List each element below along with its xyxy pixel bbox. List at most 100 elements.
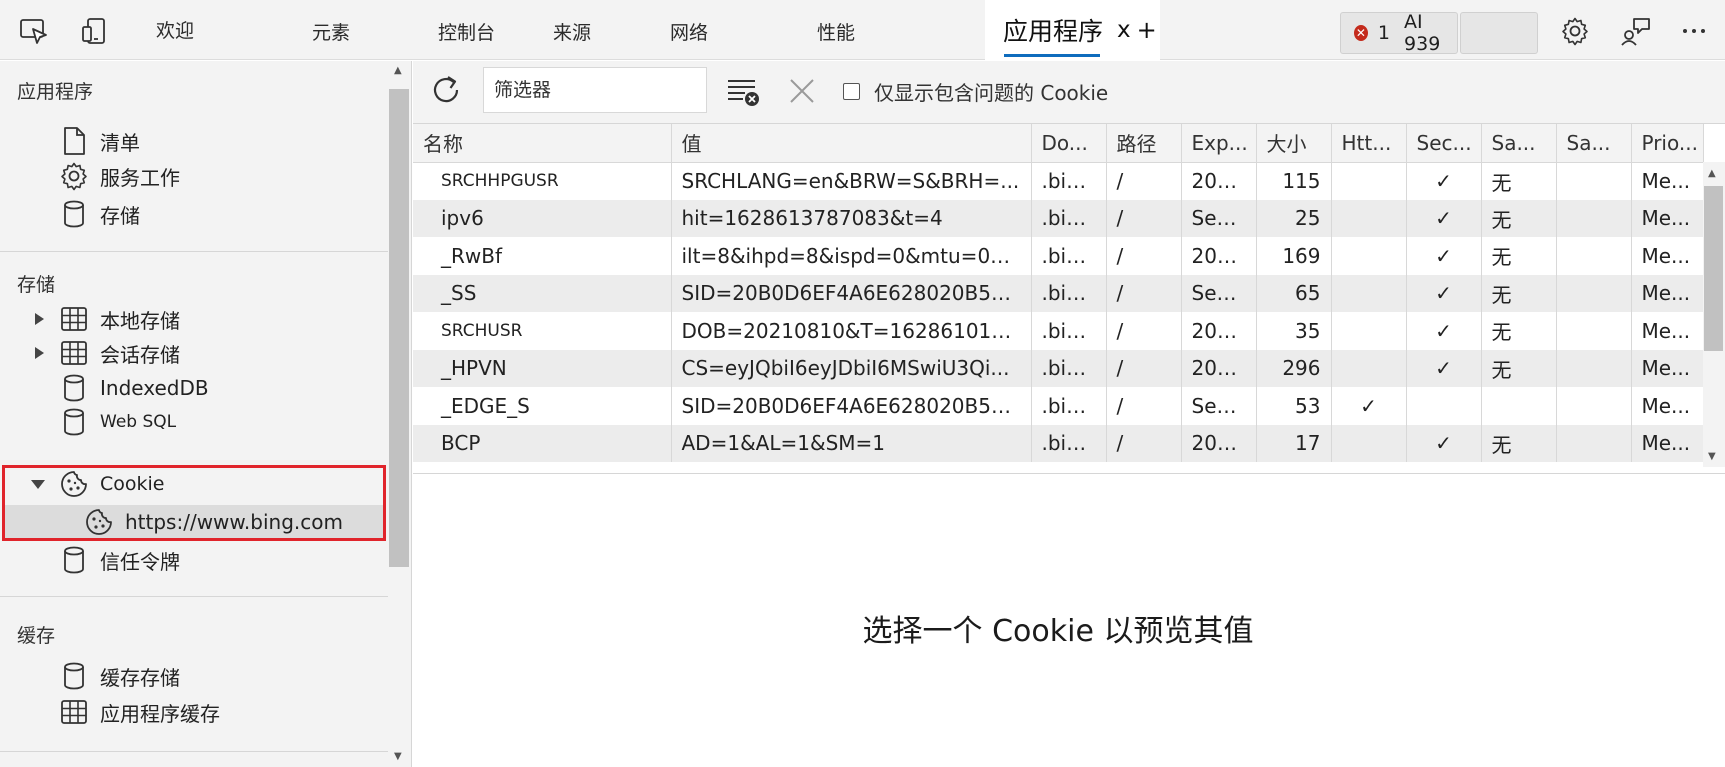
delete-selected-icon[interactable] xyxy=(787,76,817,106)
sidebar-item-label: Web SQL xyxy=(100,412,177,432)
cell-samesite: 无 xyxy=(1481,199,1557,237)
cell-expires: 202... xyxy=(1181,312,1257,350)
cell-samesite: 无 xyxy=(1481,424,1557,462)
cell-priority: Me... xyxy=(1631,349,1704,387)
sidebar-scroll-thumb[interactable] xyxy=(389,89,409,567)
tab-network[interactable]: 网络 xyxy=(670,18,708,45)
table-row[interactable]: _HPVN CS=eyJQbiI6eyJDbiI6MSwiU3Qi... .bi… xyxy=(413,349,1704,387)
cell-path: / xyxy=(1106,274,1182,312)
column-header-secure[interactable]: Sec... xyxy=(1406,124,1482,163)
scroll-down-arrow-icon[interactable]: ▼ xyxy=(1708,451,1716,462)
sidebar-item-local-storage[interactable]: 本地存储 xyxy=(35,301,180,337)
cell-priority: Me... xyxy=(1631,199,1704,237)
inspect-element-icon[interactable] xyxy=(17,14,51,48)
database-icon xyxy=(58,544,90,576)
column-header-sameparty[interactable]: Sa... xyxy=(1556,124,1632,163)
refresh-icon[interactable] xyxy=(429,73,463,107)
column-header-value[interactable]: 值 xyxy=(671,124,1032,163)
tab-sources[interactable]: 来源 xyxy=(553,18,591,45)
tab-application-label: 应用程序 xyxy=(1003,17,1104,46)
cell-sameparty xyxy=(1556,424,1632,462)
tab-welcome[interactable]: 欢迎 xyxy=(156,16,194,43)
sidebar-item-application-cache[interactable]: 应用程序缓存 xyxy=(58,694,220,730)
error-icon: ✕ xyxy=(1354,25,1368,41)
column-header-expires[interactable]: Exp... xyxy=(1181,124,1257,163)
sidebar-item-label: 本地存储 xyxy=(100,308,180,333)
feedback-icon[interactable] xyxy=(1619,14,1653,48)
cell-path: / xyxy=(1106,312,1182,350)
cell-sameparty xyxy=(1556,312,1632,350)
sidebar-item-cache-storage[interactable]: 缓存存储 xyxy=(58,658,180,694)
ai-label: AI 939 xyxy=(1404,11,1441,55)
close-tab-button[interactable]: x xyxy=(1117,17,1131,43)
sidebar-item-session-storage[interactable]: 会话存储 xyxy=(35,335,180,371)
column-header-size[interactable]: 大小 xyxy=(1256,124,1332,163)
tab-elements[interactable]: 元素 xyxy=(312,18,350,45)
sidebar-item-service-workers[interactable]: 服务工作 xyxy=(58,158,180,194)
tab-performance[interactable]: 性能 xyxy=(817,18,855,45)
scroll-up-arrow-icon[interactable]: ▲ xyxy=(394,65,402,76)
table-row[interactable]: SRCHHPGUSR SRCHLANG=en&BRW=S&BRH=... .bi… xyxy=(413,162,1704,200)
sidebar-heading-storage: 存储 xyxy=(17,274,56,296)
only-issues-checkbox[interactable] xyxy=(843,83,860,100)
clear-all-cookies-icon[interactable] xyxy=(725,74,761,108)
cell-size: 53 xyxy=(1256,387,1332,425)
settings-gear-icon[interactable] xyxy=(1558,14,1592,48)
cell-secure: ✓ xyxy=(1406,312,1482,350)
only-issues-toggle[interactable]: 仅显示包含问题的 Cookie xyxy=(843,77,1108,106)
cell-expires: 202... xyxy=(1181,349,1257,387)
column-header-path[interactable]: 路径 xyxy=(1106,124,1182,163)
cell-samesite: 无 xyxy=(1481,237,1557,275)
cell-expires: Ses... xyxy=(1181,199,1257,237)
expand-arrow-icon[interactable] xyxy=(31,311,47,327)
cell-name: _EDGE_S xyxy=(413,387,672,425)
more-options-icon[interactable] xyxy=(1677,14,1711,48)
sidebar-item-trust-tokens[interactable]: 信任令牌 xyxy=(58,542,180,578)
table-row[interactable]: _EDGE_S SID=20B0D6EF4A6E628020B5C6... .b… xyxy=(413,387,1704,425)
table-row[interactable]: SRCHUSR DOB=20210810&T=1628610183... .bi… xyxy=(413,312,1704,350)
filter-input[interactable] xyxy=(483,67,707,113)
cell-path: / xyxy=(1106,237,1182,275)
cell-httponly xyxy=(1331,424,1407,462)
table-scroll-thumb[interactable] xyxy=(1704,186,1723,351)
cell-sameparty xyxy=(1556,387,1632,425)
column-header-samesite[interactable]: Sa... xyxy=(1481,124,1557,163)
tab-console[interactable]: 控制台 xyxy=(438,18,495,45)
scroll-up-arrow-icon[interactable]: ▲ xyxy=(1708,168,1716,179)
table-row[interactable]: ipv6 hit=1628613787083&t=4 .bin... / Ses… xyxy=(413,199,1704,237)
sidebar-item-label: 会话存储 xyxy=(100,342,180,367)
table-row[interactable]: _RwBf ilt=8&ihpd=8&ispd=0&mtu=0&... .bin… xyxy=(413,237,1704,275)
sidebar-item-web-sql[interactable]: Web SQL xyxy=(58,404,176,440)
sidebar-item-label: 服务工作 xyxy=(100,165,180,190)
column-header-name[interactable]: 名称 xyxy=(413,124,672,163)
sidebar-item-label: 清单 xyxy=(100,130,140,155)
cell-size: 25 xyxy=(1256,199,1332,237)
column-header-domain[interactable]: Do... xyxy=(1031,124,1107,163)
table-row[interactable]: BCP AD=1&AL=1&SM=1 .bin... / 202... 17 ✓… xyxy=(413,424,1704,462)
issues-counter-button[interactable]: ✕ 1 AI 939 xyxy=(1340,11,1458,55)
sidebar-item-label: IndexedDB xyxy=(100,376,209,400)
cell-priority: Me... xyxy=(1631,424,1704,462)
column-header-httponly[interactable]: Htt... xyxy=(1331,124,1407,163)
device-emulation-icon[interactable] xyxy=(78,14,112,48)
error-count: 1 xyxy=(1377,22,1391,44)
toolbar-blank-button[interactable] xyxy=(1460,12,1538,54)
table-row[interactable]: _SS SID=20B0D6EF4A6E628020B5C6... .bin..… xyxy=(413,274,1704,312)
cell-domain: .bin... xyxy=(1031,312,1107,350)
cell-httponly xyxy=(1331,312,1407,350)
column-header-priority[interactable]: Prio... xyxy=(1631,124,1704,163)
cell-value: SID=20B0D6EF4A6E628020B5C6... xyxy=(671,387,1032,425)
sidebar-item-indexeddb[interactable]: IndexedDB xyxy=(58,370,209,406)
add-tab-button[interactable]: + xyxy=(1137,16,1157,44)
expand-arrow-icon[interactable] xyxy=(31,345,47,361)
tab-application[interactable]: 应用程序 x + xyxy=(985,0,1160,60)
sidebar-item-manifest[interactable]: 清单 xyxy=(58,123,140,159)
scroll-down-arrow-icon[interactable]: ▼ xyxy=(394,751,402,762)
cell-domain: .bin... xyxy=(1031,199,1107,237)
cell-secure: ✓ xyxy=(1406,274,1482,312)
sidebar-heading-application: 应用程序 xyxy=(17,81,94,103)
cell-samesite: 无 xyxy=(1481,274,1557,312)
cell-secure xyxy=(1406,387,1482,425)
sidebar-item-storage-overview[interactable]: 存储 xyxy=(58,196,140,232)
database-icon xyxy=(58,198,90,230)
